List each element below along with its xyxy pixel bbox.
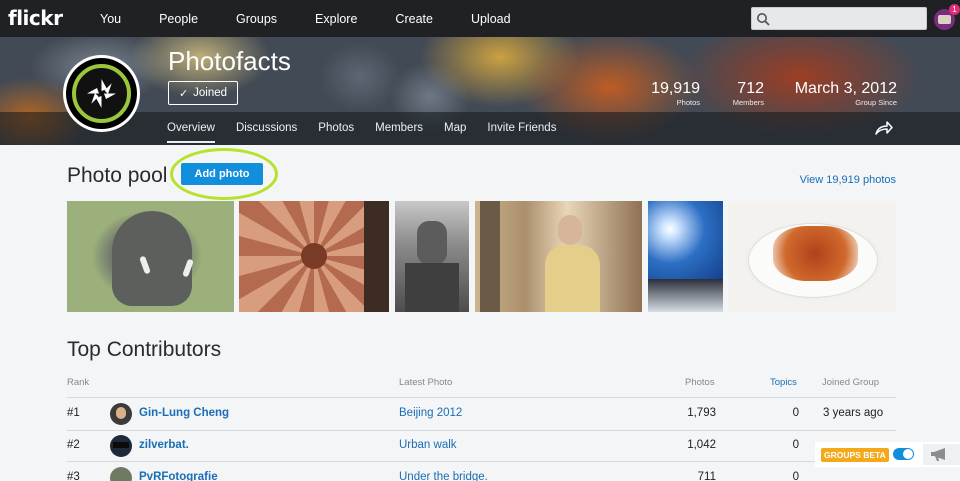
stat-value: 712 xyxy=(737,80,764,97)
photo-count: 711 xyxy=(697,471,716,481)
shutter-icon xyxy=(87,79,116,108)
col-joined-group[interactable]: Joined Group xyxy=(822,377,879,388)
rank: #3 xyxy=(67,471,80,481)
notification-badge[interactable]: 1 xyxy=(949,4,960,15)
topic-count: 0 xyxy=(792,407,799,419)
tab-discussions[interactable]: Discussions xyxy=(236,122,297,134)
main-nav-links: You People Groups Explore Create Upload xyxy=(100,0,549,37)
topic-count: 0 xyxy=(792,439,799,451)
camera-icon xyxy=(938,15,951,24)
group-title: Photofacts xyxy=(168,46,291,76)
stat-members: 712 Members xyxy=(714,80,764,107)
stat-label: Group Since xyxy=(855,98,897,107)
stat-photos: 19,919 Photos xyxy=(640,80,700,107)
beta-toggle[interactable] xyxy=(893,448,914,460)
photo-count: 1,793 xyxy=(687,407,716,419)
joined-label: Joined xyxy=(193,87,228,99)
joined-time: 3 years ago xyxy=(823,407,884,419)
tab-members[interactable]: Members xyxy=(375,122,423,134)
pool-photo-food[interactable] xyxy=(728,201,896,312)
add-photo-button[interactable]: Add photo xyxy=(181,163,263,185)
nav-explore[interactable]: Explore xyxy=(315,12,357,26)
col-rank: Rank xyxy=(67,377,90,388)
contributor-name[interactable]: Gin-Lung Cheng xyxy=(139,407,229,419)
topic-count: 0 xyxy=(792,471,799,481)
tab-map[interactable]: Map xyxy=(444,122,466,134)
feedback-button[interactable] xyxy=(923,444,960,465)
col-latest-photo: Latest Photo xyxy=(399,377,453,388)
check-icon: ✓ xyxy=(178,87,189,100)
nav-upload[interactable]: Upload xyxy=(471,12,511,26)
joined-button[interactable]: ✓ Joined xyxy=(168,81,238,105)
contributor-name[interactable]: PvRFotografie xyxy=(139,471,218,481)
rank: #2 xyxy=(67,439,80,451)
top-contributors-heading: Top Contributors xyxy=(67,338,222,361)
stat-label: Photos xyxy=(676,98,700,107)
share-icon[interactable] xyxy=(875,121,893,135)
tab-photos[interactable]: Photos xyxy=(318,122,354,134)
search-icon xyxy=(757,13,770,26)
groups-beta-bar: GROUPS BETA xyxy=(815,442,960,467)
nav-create[interactable]: Create xyxy=(395,12,433,26)
latest-photo-link[interactable]: Urban walk xyxy=(399,439,457,451)
stat-group-since: March 3, 2012 Group Since xyxy=(780,80,897,107)
tab-invite-friends[interactable]: Invite Friends xyxy=(487,122,556,134)
nav-people[interactable]: People xyxy=(159,12,198,26)
col-topics[interactable]: Topics xyxy=(770,377,797,388)
group-tabs: Overview Discussions Photos Members Map … xyxy=(167,113,577,143)
rank: #1 xyxy=(67,407,80,419)
contributor-name[interactable]: zilverbat. xyxy=(139,439,189,451)
pool-photo-ceiling[interactable] xyxy=(239,201,389,312)
pool-photo-elephant[interactable] xyxy=(67,201,234,312)
latest-photo-link[interactable]: Under the bridge. xyxy=(399,471,488,481)
tab-overview[interactable]: Overview xyxy=(167,122,215,143)
nav-groups[interactable]: Groups xyxy=(236,12,277,26)
latest-photo-link[interactable]: Beijing 2012 xyxy=(399,407,462,419)
stat-value: March 3, 2012 xyxy=(794,80,897,97)
contributor-avatar[interactable] xyxy=(110,435,132,457)
photo-count: 1,042 xyxy=(687,439,716,451)
contributor-avatar[interactable] xyxy=(110,403,132,425)
pool-photo-statue[interactable] xyxy=(395,201,469,312)
view-all-photos-link[interactable]: View 19,919 photos xyxy=(800,174,896,186)
contributor-avatar[interactable] xyxy=(110,467,132,481)
pool-photo-sky[interactable] xyxy=(648,201,723,312)
groups-beta-badge: GROUPS BETA xyxy=(821,448,889,462)
nav-you[interactable]: You xyxy=(100,12,121,26)
stat-label: Members xyxy=(732,98,764,107)
top-nav: flickr You People Groups Explore Create … xyxy=(0,0,960,37)
pool-photo-portrait[interactable] xyxy=(475,201,642,312)
group-avatar xyxy=(63,55,140,132)
search-input[interactable] xyxy=(751,7,927,30)
megaphone-icon xyxy=(931,448,945,461)
photo-pool-heading: Photo pool xyxy=(67,164,168,187)
col-photos[interactable]: Photos xyxy=(685,377,715,388)
flickr-logo[interactable]: flickr xyxy=(8,6,63,30)
stat-value: 19,919 xyxy=(651,80,700,97)
